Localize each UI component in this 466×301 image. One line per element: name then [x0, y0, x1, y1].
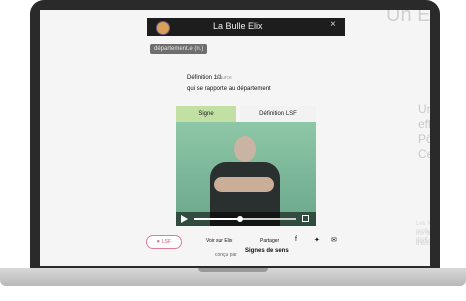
footer-credit: conçu par: [215, 252, 237, 258]
signer-hands: [214, 177, 274, 192]
voir-sur-elix-link[interactable]: Voir sur Elix: [206, 238, 232, 244]
email-icon[interactable]: ✉: [331, 236, 337, 244]
video-player[interactable]: [176, 122, 316, 226]
progress-fill: [194, 218, 240, 220]
laptop-notch: [198, 268, 268, 272]
partager-label: Partager: [260, 238, 280, 244]
close-icon[interactable]: ×: [330, 19, 336, 30]
logo-circle-icon: [156, 21, 170, 35]
heart-icon: ♥: [156, 239, 160, 245]
laptop-base: [0, 268, 466, 301]
bg-line-4: Centre ressources...: [418, 147, 430, 161]
pill-label: LSF: [161, 239, 172, 245]
video-controls: [176, 212, 316, 226]
fullscreen-icon[interactable]: [302, 215, 309, 222]
progress-knob[interactable]: [236, 216, 243, 222]
footer-brand: Signes de sens: [245, 248, 289, 254]
twitter-icon[interactable]: ✦: [314, 236, 320, 244]
bg-line-1: Un annuaire collaboratif pour: [418, 102, 430, 116]
bg-line-3: Pôle Emploi, Professionnels ICCAT, EqLAA…: [418, 132, 430, 146]
facebook-icon[interactable]: f: [295, 236, 297, 243]
bg-heading: Un Explicatio: [386, 10, 430, 26]
signer-head: [234, 136, 256, 162]
bg-small-3: d'accéder sociaux au travail.: [416, 241, 430, 247]
popup-title: La Bulle Elix: [213, 21, 263, 31]
pill-button[interactable]: ♥ LSF: [146, 235, 182, 249]
bg-line-2: effectuer vos recherches : CRI, AgefIph,: [418, 117, 430, 131]
progress-track[interactable]: [194, 216, 296, 222]
tab-definition-lsf[interactable]: Définition LSF: [240, 106, 316, 122]
department-tag: département.e (n.): [150, 44, 208, 54]
play-icon[interactable]: [181, 215, 188, 223]
tab-signe[interactable]: Signe: [176, 106, 236, 122]
definition-source[interactable]: Source: [216, 75, 232, 81]
definition-text: qui se rapporte au département: [187, 86, 271, 92]
